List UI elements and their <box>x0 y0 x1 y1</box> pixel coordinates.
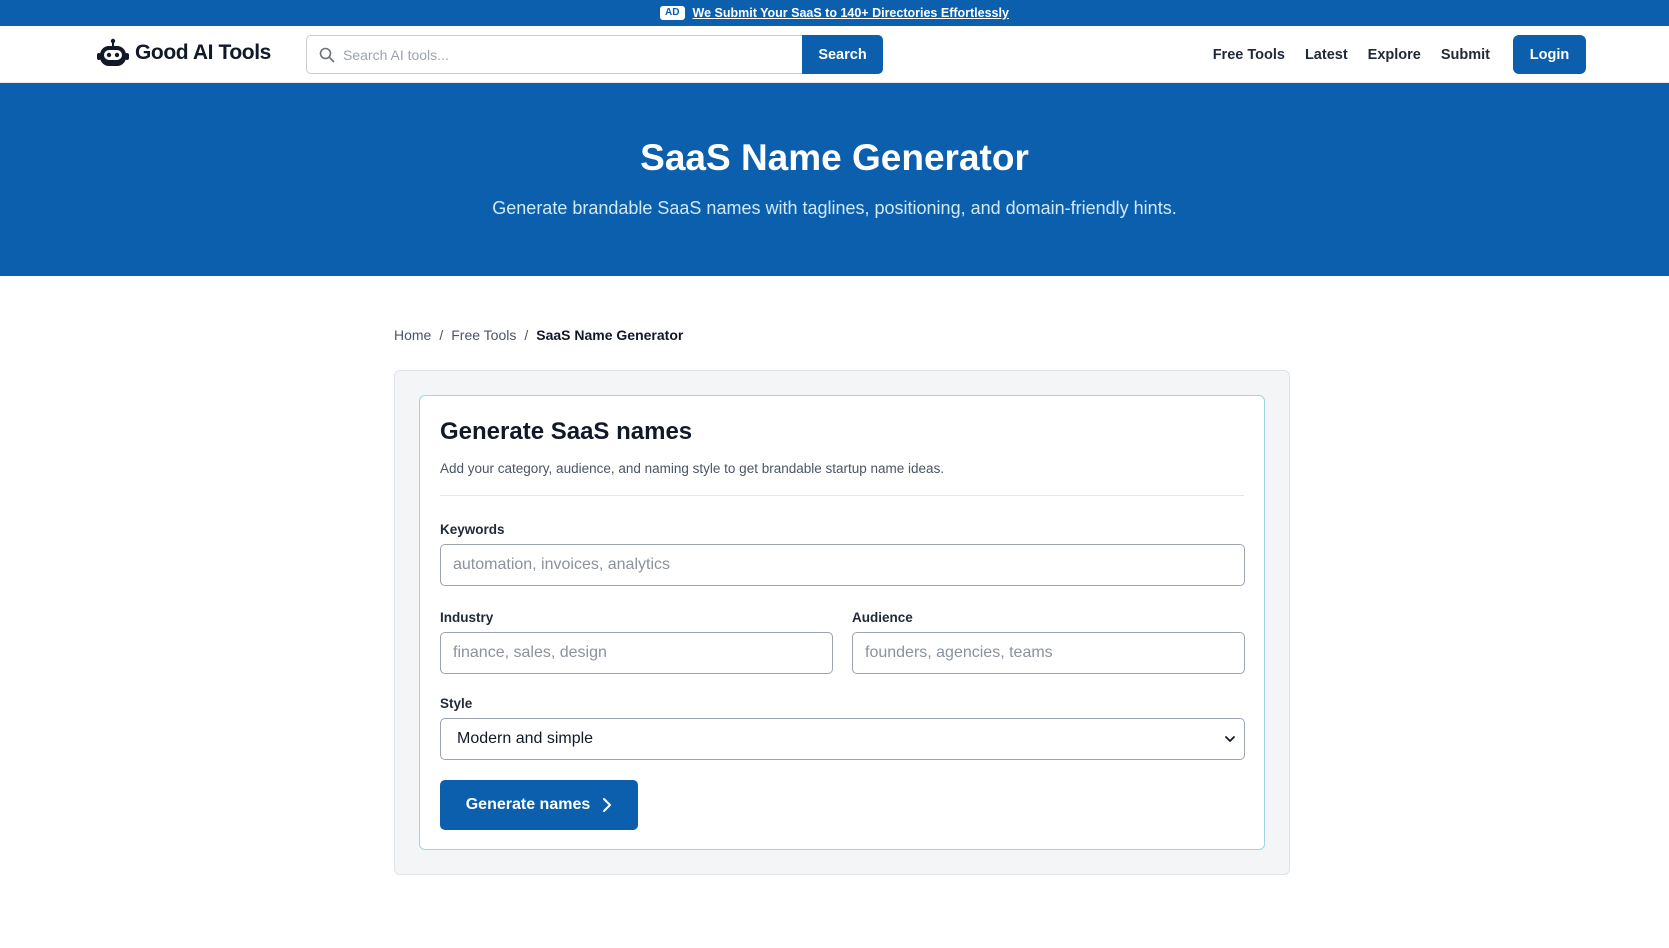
search-bar: Search <box>306 35 883 74</box>
keywords-input[interactable] <box>440 544 1245 586</box>
style-select[interactable]: Modern and simple <box>440 718 1245 760</box>
site-header: Good AI Tools Search Free Tools Latest E… <box>0 26 1669 83</box>
ad-bar: AD We Submit Your SaaS to 140+ Directori… <box>0 0 1669 26</box>
chevron-down-icon <box>1225 736 1235 742</box>
search-field[interactable] <box>306 35 802 74</box>
keywords-label: Keywords <box>440 522 505 537</box>
breadcrumb: Home / Free Tools / SaaS Name Generator <box>394 327 683 343</box>
industry-input[interactable] <box>440 632 833 674</box>
login-button[interactable]: Login <box>1513 35 1586 74</box>
page-subtitle: Generate brandable SaaS names with tagli… <box>492 198 1177 218</box>
ad-badge: AD <box>660 6 685 20</box>
nav-explore[interactable]: Explore <box>1368 47 1421 63</box>
generate-names-button[interactable]: Generate names <box>440 780 638 830</box>
generate-names-label: Generate names <box>465 796 591 813</box>
breadcrumb-home[interactable]: Home <box>394 327 431 343</box>
form-card: Generate SaaS names Add your category, a… <box>419 395 1265 850</box>
audience-label: Audience <box>852 610 913 625</box>
tool-panel: Generate SaaS names Add your category, a… <box>394 370 1290 875</box>
robot-logo-icon <box>97 38 129 66</box>
style-label: Style <box>440 696 473 711</box>
form-description: Add your category, audience, and naming … <box>440 461 945 476</box>
search-icon <box>319 47 335 62</box>
hero-banner: SaaS Name Generator Generate brandable S… <box>0 83 1669 276</box>
style-select-value: Modern and simple <box>457 730 594 747</box>
page-title: SaaS Name Generator <box>640 137 1029 178</box>
form-title: Generate SaaS names <box>440 418 693 445</box>
search-button[interactable]: Search <box>802 35 883 74</box>
breadcrumb-current: SaaS Name Generator <box>536 327 684 343</box>
ad-link[interactable]: We Submit Your SaaS to 140+ Directories … <box>693 6 1009 20</box>
chevron-right-icon <box>603 798 612 812</box>
divider <box>440 495 1244 496</box>
audience-input[interactable] <box>852 632 1245 674</box>
search-input[interactable] <box>343 46 778 63</box>
main-nav: Free Tools Latest Explore Submit <box>1213 26 1490 83</box>
breadcrumb-free-tools[interactable]: Free Tools <box>451 327 516 343</box>
breadcrumb-separator: / <box>439 327 444 343</box>
industry-label: Industry <box>440 610 494 625</box>
nav-submit[interactable]: Submit <box>1441 47 1490 63</box>
breadcrumb-separator: / <box>524 327 529 343</box>
nav-free-tools[interactable]: Free Tools <box>1213 47 1285 63</box>
logo[interactable]: Good AI Tools <box>97 37 271 69</box>
logo-text: Good AI Tools <box>135 41 271 64</box>
nav-latest[interactable]: Latest <box>1305 47 1348 63</box>
